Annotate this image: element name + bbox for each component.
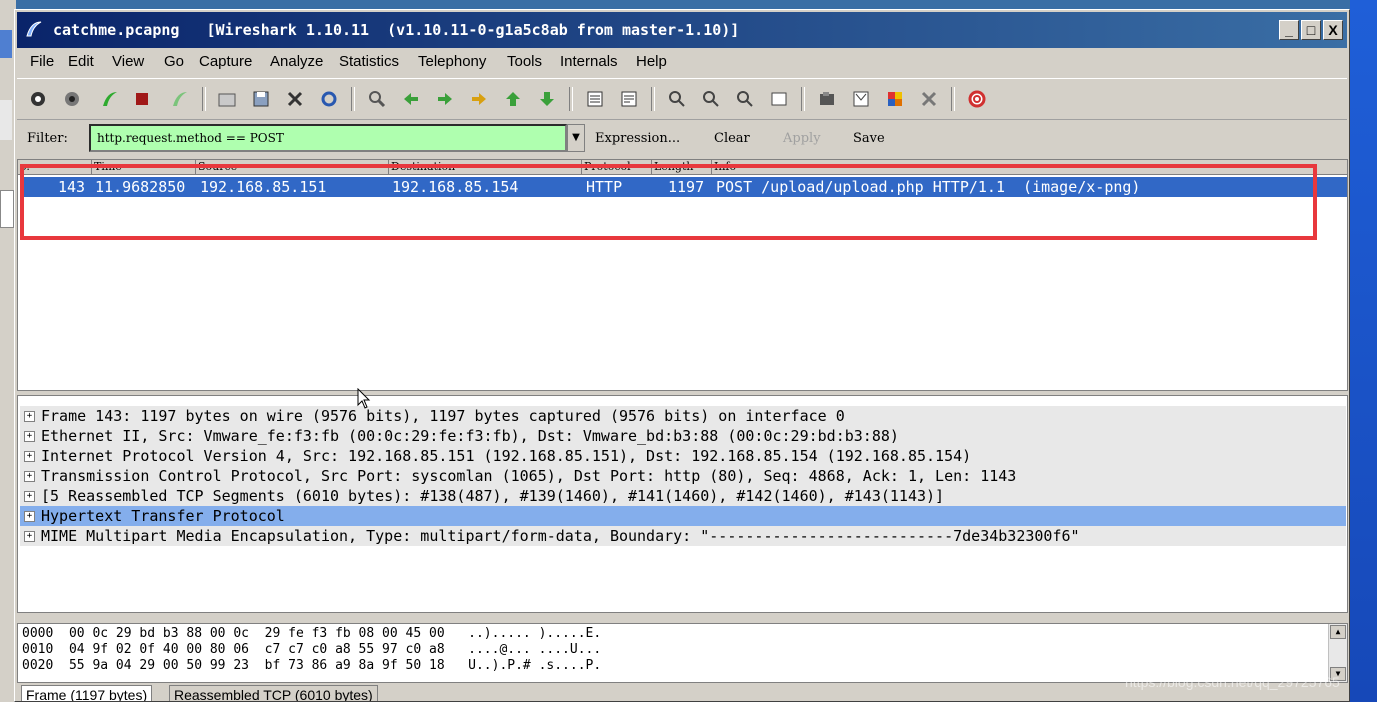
- scroll-up-icon[interactable]: ▲: [1330, 625, 1346, 639]
- mouse-cursor-icon: [357, 388, 371, 409]
- go-forward-icon[interactable]: [432, 86, 458, 112]
- title-bar[interactable]: catchme.pcapng [Wireshark 1.10.11 (v1.10…: [17, 12, 1347, 48]
- expression-button[interactable]: Expression...: [595, 131, 680, 146]
- menu-file[interactable]: File: [30, 53, 54, 70]
- auto-scroll-icon[interactable]: [616, 86, 642, 112]
- desktop-right-strip: [1350, 0, 1377, 702]
- expand-icon[interactable]: +: [24, 431, 35, 442]
- find-packet-icon[interactable]: [364, 86, 390, 112]
- close-button[interactable]: X: [1323, 20, 1343, 40]
- expand-icon[interactable]: +: [24, 511, 35, 522]
- menu-internals[interactable]: Internals: [560, 53, 618, 70]
- colorize-list-icon[interactable]: [582, 86, 608, 112]
- hex-line[interactable]: 0000 00 0c 29 bd b3 88 00 0c 29 fe f3 fb…: [22, 626, 601, 641]
- wireshark-fin-icon: [26, 21, 42, 37]
- menu-statistics[interactable]: Statistics: [339, 53, 399, 70]
- tab-frame-bytes[interactable]: Frame (1197 bytes): [21, 685, 153, 701]
- reload-icon[interactable]: [316, 86, 342, 112]
- menu-tools[interactable]: Tools: [507, 53, 542, 70]
- menu-go[interactable]: Go: [164, 53, 184, 70]
- last-packet-icon[interactable]: [534, 86, 560, 112]
- open-folder-icon[interactable]: [214, 86, 240, 112]
- hex-line[interactable]: 0010 04 9f 02 0f 40 00 80 06 c7 c7 c0 a8…: [22, 642, 601, 657]
- apply-button[interactable]: Apply: [783, 131, 821, 146]
- menu-edit[interactable]: Edit: [68, 53, 94, 70]
- save-filter-button[interactable]: Save: [853, 131, 885, 146]
- menu-bar: File Edit View Go Capture Analyze Statis…: [17, 50, 1347, 74]
- close-file-icon[interactable]: [282, 86, 308, 112]
- expand-icon[interactable]: +: [24, 411, 35, 422]
- zoom-out-icon[interactable]: [698, 86, 724, 112]
- expand-icon[interactable]: +: [24, 491, 35, 502]
- first-packet-icon[interactable]: [500, 86, 526, 112]
- save-file-icon[interactable]: [248, 86, 274, 112]
- desktop-icon[interactable]: [0, 190, 14, 228]
- filter-toolbar: Filter: http.request.method == POST ▼ Ex…: [17, 122, 1347, 156]
- window-title: catchme.pcapng [Wireshark 1.10.11 (v1.10…: [53, 21, 740, 39]
- menu-view[interactable]: View: [112, 53, 144, 70]
- menu-analyze[interactable]: Analyze: [270, 53, 323, 70]
- packet-details-pane: + Frame 143: 1197 bytes on wire (9576 bit…: [17, 395, 1348, 613]
- filter-label: Filter:: [27, 131, 68, 146]
- filter-dropdown-button[interactable]: ▼: [567, 124, 585, 152]
- normal-size-icon[interactable]: [732, 86, 758, 112]
- help-icon[interactable]: [964, 86, 990, 112]
- start-capture-icon[interactable]: [97, 86, 123, 112]
- main-toolbar: [17, 78, 1347, 120]
- tree-item-tcp[interactable]: + Transmission Control Protocol, Src Port…: [20, 466, 1346, 486]
- resize-columns-icon[interactable]: [766, 86, 792, 112]
- menu-capture[interactable]: Capture: [199, 53, 252, 70]
- expand-icon[interactable]: +: [24, 471, 35, 482]
- expand-icon[interactable]: +: [24, 451, 35, 462]
- preferences-icon[interactable]: [916, 86, 942, 112]
- hex-line[interactable]: 0020 55 9a 04 29 00 50 99 23 bf 73 86 a9…: [22, 658, 601, 673]
- tree-item-http[interactable]: + Hypertext Transfer Protocol: [20, 506, 1346, 526]
- tab-reassembled-tcp[interactable]: Reassembled TCP (6010 bytes): [169, 685, 378, 701]
- display-filters-icon[interactable]: [848, 86, 874, 112]
- capture-filters-icon[interactable]: [814, 86, 840, 112]
- packet-list-pane: o. Time Source Destination Protocol Leng…: [17, 159, 1348, 391]
- maximize-button[interactable]: □: [1301, 20, 1321, 40]
- interfaces-icon[interactable]: [25, 86, 51, 112]
- annotation-highlight-box: [20, 164, 1317, 240]
- tree-item-ethernet[interactable]: + Ethernet II, Src: Vmware_fe:f3:fb (00:0…: [20, 426, 1346, 446]
- tree-item-reassembled[interactable]: + [5 Reassembled TCP Segments (6010 bytes…: [20, 486, 1346, 506]
- tree-item-ipv4[interactable]: + Internet Protocol Version 4, Src: 192.1…: [20, 446, 1346, 466]
- wireshark-window: catchme.pcapng [Wireshark 1.10.11 (v1.10…: [14, 9, 1350, 702]
- options-icon[interactable]: [59, 86, 85, 112]
- minimize-button[interactable]: _: [1279, 20, 1299, 40]
- expand-icon[interactable]: +: [24, 531, 35, 542]
- watermark: https://blog.csdn.net/qq_29725765: [1125, 674, 1340, 690]
- go-to-packet-icon[interactable]: [466, 86, 492, 112]
- clear-button[interactable]: Clear: [714, 131, 750, 146]
- tree-item-frame[interactable]: + Frame 143: 1197 bytes on wire (9576 bit…: [20, 406, 1346, 426]
- tree-item-mime[interactable]: + MIME Multipart Media Encapsulation, Typ…: [20, 526, 1346, 546]
- stop-capture-icon[interactable]: [129, 86, 155, 112]
- menu-telephony[interactable]: Telephony: [418, 53, 486, 70]
- menu-help[interactable]: Help: [636, 53, 667, 70]
- desktop-icon[interactable]: [0, 100, 12, 140]
- coloring-rules-icon[interactable]: [882, 86, 908, 112]
- restart-capture-icon[interactable]: [167, 86, 193, 112]
- zoom-in-icon[interactable]: [664, 86, 690, 112]
- display-filter-input[interactable]: http.request.method == POST: [89, 124, 567, 152]
- desktop-icon[interactable]: [0, 30, 12, 58]
- go-back-icon[interactable]: [398, 86, 424, 112]
